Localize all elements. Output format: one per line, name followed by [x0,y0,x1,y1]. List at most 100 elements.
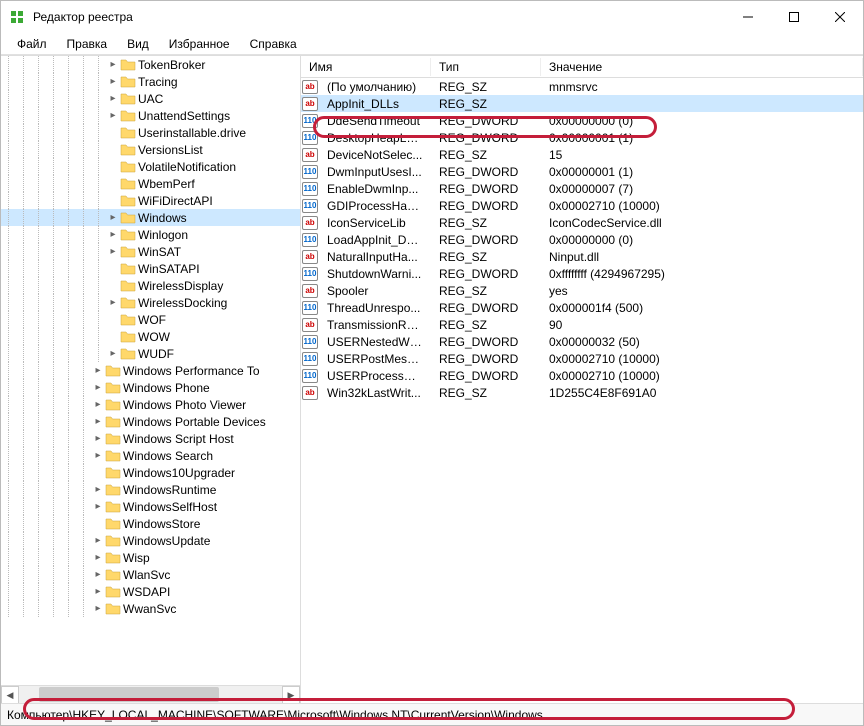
value-type: REG_DWORD [431,182,541,196]
tree-item-tracing[interactable]: ▸Tracing [1,73,300,90]
value-row[interactable]: abDeviceNotSelec...REG_SZ15 [301,146,863,163]
value-row[interactable]: 110LoadAppInit_DL...REG_DWORD0x00000000 … [301,231,863,248]
col-header-type[interactable]: Тип [431,58,541,76]
value-row[interactable]: 110GDIProcessHan...REG_DWORD0x00002710 (… [301,197,863,214]
tree-item-wisp[interactable]: ▸Wisp [1,549,300,566]
scroll-track[interactable] [19,686,282,703]
tree-item-unattendsettings[interactable]: ▸UnattendSettings [1,107,300,124]
tree-item-volatilenotification[interactable]: VolatileNotification [1,158,300,175]
tree-item-wirelessdocking[interactable]: ▸WirelessDocking [1,294,300,311]
tree-expander-icon[interactable]: ▸ [91,587,105,597]
col-header-name[interactable]: Имя [301,58,431,76]
value-row[interactable]: 110ShutdownWarni...REG_DWORD0xffffffff (… [301,265,863,282]
value-row[interactable]: abIconServiceLibREG_SZIconCodecService.d… [301,214,863,231]
menu-help[interactable]: Справка [242,35,305,53]
menu-view[interactable]: Вид [119,35,157,53]
tree-label: WSDAPI [123,585,170,599]
tree-item-windowsruntime[interactable]: ▸WindowsRuntime [1,481,300,498]
tree-item-windows-phone[interactable]: ▸Windows Phone [1,379,300,396]
tree-item-wsdapi[interactable]: ▸ WSDAPI [1,583,300,600]
value-row[interactable]: abWin32kLastWrit...REG_SZ1D255C4E8F691A0 [301,384,863,401]
tree-item-wwansvc[interactable]: ▸ WwanSvc [1,600,300,617]
tree-item-windowsstore[interactable]: WindowsStore [1,515,300,532]
tree-expander-icon[interactable]: ▸ [91,570,105,580]
tree-item-wof[interactable]: WOF [1,311,300,328]
tree-label: Windows [138,211,187,225]
value-row[interactable]: 110DdeSendTimeoutREG_DWORD0x00000000 (0) [301,112,863,129]
value-row[interactable]: 110USERPostMessa...REG_DWORD0x00002710 (… [301,350,863,367]
value-row[interactable]: 110EnableDwmInp...REG_DWORD0x00000007 (7… [301,180,863,197]
tree-item-wbemperf[interactable]: WbemPerf [1,175,300,192]
tree-item-wirelessdisplay[interactable]: WirelessDisplay [1,277,300,294]
tree-expander-icon[interactable]: ▸ [91,553,105,563]
tree-expander-icon[interactable]: ▸ [91,400,105,410]
value-row[interactable]: ab(По умолчанию)REG_SZmnmsrvc [301,78,863,95]
tree-expander-icon[interactable]: ▸ [106,77,120,87]
tree-expander-icon[interactable]: ▸ [91,366,105,376]
list-body: ab(По умолчанию)REG_SZmnmsrvcabAppInit_D… [301,78,863,401]
menu-file[interactable]: Файл [9,35,55,53]
tree-item-windowsupdate[interactable]: ▸WindowsUpdate [1,532,300,549]
tree-item-wow[interactable]: WOW [1,328,300,345]
tree-item-userinstallable-drive[interactable]: Userinstallable.drive [1,124,300,141]
menu-favorites[interactable]: Избранное [161,35,238,53]
tree-item-windows-portable-devices[interactable]: ▸Windows Portable Devices [1,413,300,430]
tree-item-windows-photo-viewer[interactable]: ▸Windows Photo Viewer [1,396,300,413]
tree-expander-icon[interactable]: ▸ [106,111,120,121]
tree-item-wlansvc[interactable]: ▸WlanSvc [1,566,300,583]
menu-edit[interactable]: Правка [59,35,116,53]
tree-item-wifidirectapi[interactable]: WiFiDirectAPI [1,192,300,209]
tree-item-wudf[interactable]: ▸WUDF [1,345,300,362]
tree-expander-icon[interactable]: ▸ [106,94,120,104]
tree-expander-icon[interactable]: ▸ [91,383,105,393]
tree-item-versionslist[interactable]: VersionsList [1,141,300,158]
tree-expander-icon[interactable]: ▸ [91,434,105,444]
tree-expander-icon[interactable]: ▸ [106,213,120,223]
tree-expander-icon[interactable]: ▸ [91,536,105,546]
titlebar[interactable]: Редактор реестра [1,1,863,33]
tree-hscrollbar[interactable]: ◀ ▶ [1,685,300,703]
close-button[interactable] [817,1,863,33]
folder-icon [105,550,121,566]
col-header-value[interactable]: Значение [541,58,863,76]
tree-expander-icon[interactable]: ▸ [91,451,105,461]
value-row[interactable]: 110USERNestedWin...REG_DWORD0x00000032 (… [301,333,863,350]
tree-item-winsatapi[interactable]: WinSATAPI [1,260,300,277]
value-row[interactable]: abTransmissionRe...REG_SZ90 [301,316,863,333]
tree-label: WwanSvc [123,602,176,616]
tree-item-windows-search[interactable]: ▸Windows Search [1,447,300,464]
tree-item-windows[interactable]: ▸ Windows [1,209,300,226]
tree-expander-icon[interactable]: ▸ [106,230,120,240]
value-row[interactable]: abSpoolerREG_SZyes [301,282,863,299]
tree-item-winsat[interactable]: ▸WinSAT [1,243,300,260]
tree-expander-icon[interactable]: ▸ [106,60,120,70]
tree-expander-icon[interactable]: ▸ [91,604,105,614]
tree-item-windowsselfhost[interactable]: ▸WindowsSelfHost [1,498,300,515]
tree-expander-icon[interactable]: ▸ [106,298,120,308]
tree-item-windows-performance-to[interactable]: ▸Windows Performance To [1,362,300,379]
tree-expander-icon[interactable]: ▸ [91,502,105,512]
tree-expander-icon[interactable]: ▸ [106,349,120,359]
minimize-button[interactable] [725,1,771,33]
tree-item-winlogon[interactable]: ▸Winlogon [1,226,300,243]
value-row[interactable]: 110DwmInputUsesI...REG_DWORD0x00000001 (… [301,163,863,180]
tree-expander-icon[interactable]: ▸ [106,247,120,257]
value-row[interactable]: 110USERProcessHa...REG_DWORD0x00002710 (… [301,367,863,384]
value-row[interactable]: 110ThreadUnrespo...REG_DWORD0x000001f4 (… [301,299,863,316]
tree-pane[interactable]: ▸TokenBroker▸Tracing▸UAC▸UnattendSetting… [1,56,301,703]
value-data: 0x00002710 (10000) [541,352,863,366]
tree-expander-icon[interactable]: ▸ [91,485,105,495]
tree-item-uac[interactable]: ▸UAC [1,90,300,107]
scroll-left-button[interactable]: ◀ [1,686,19,703]
maximize-button[interactable] [771,1,817,33]
scroll-right-button[interactable]: ▶ [282,686,300,703]
folder-icon [105,448,121,464]
value-row[interactable]: 110DesktopHeapLo...REG_DWORD0x00000001 (… [301,129,863,146]
value-row[interactable]: abAppInit_DLLsREG_SZ [301,95,863,112]
tree-expander-icon[interactable]: ▸ [91,417,105,427]
value-row[interactable]: abNaturalInputHa...REG_SZNinput.dll [301,248,863,265]
tree-item-windows-script-host[interactable]: ▸Windows Script Host [1,430,300,447]
scroll-thumb[interactable] [39,687,219,702]
tree-item-windows10upgrader[interactable]: Windows10Upgrader [1,464,300,481]
tree-item-tokenbroker[interactable]: ▸TokenBroker [1,56,300,73]
